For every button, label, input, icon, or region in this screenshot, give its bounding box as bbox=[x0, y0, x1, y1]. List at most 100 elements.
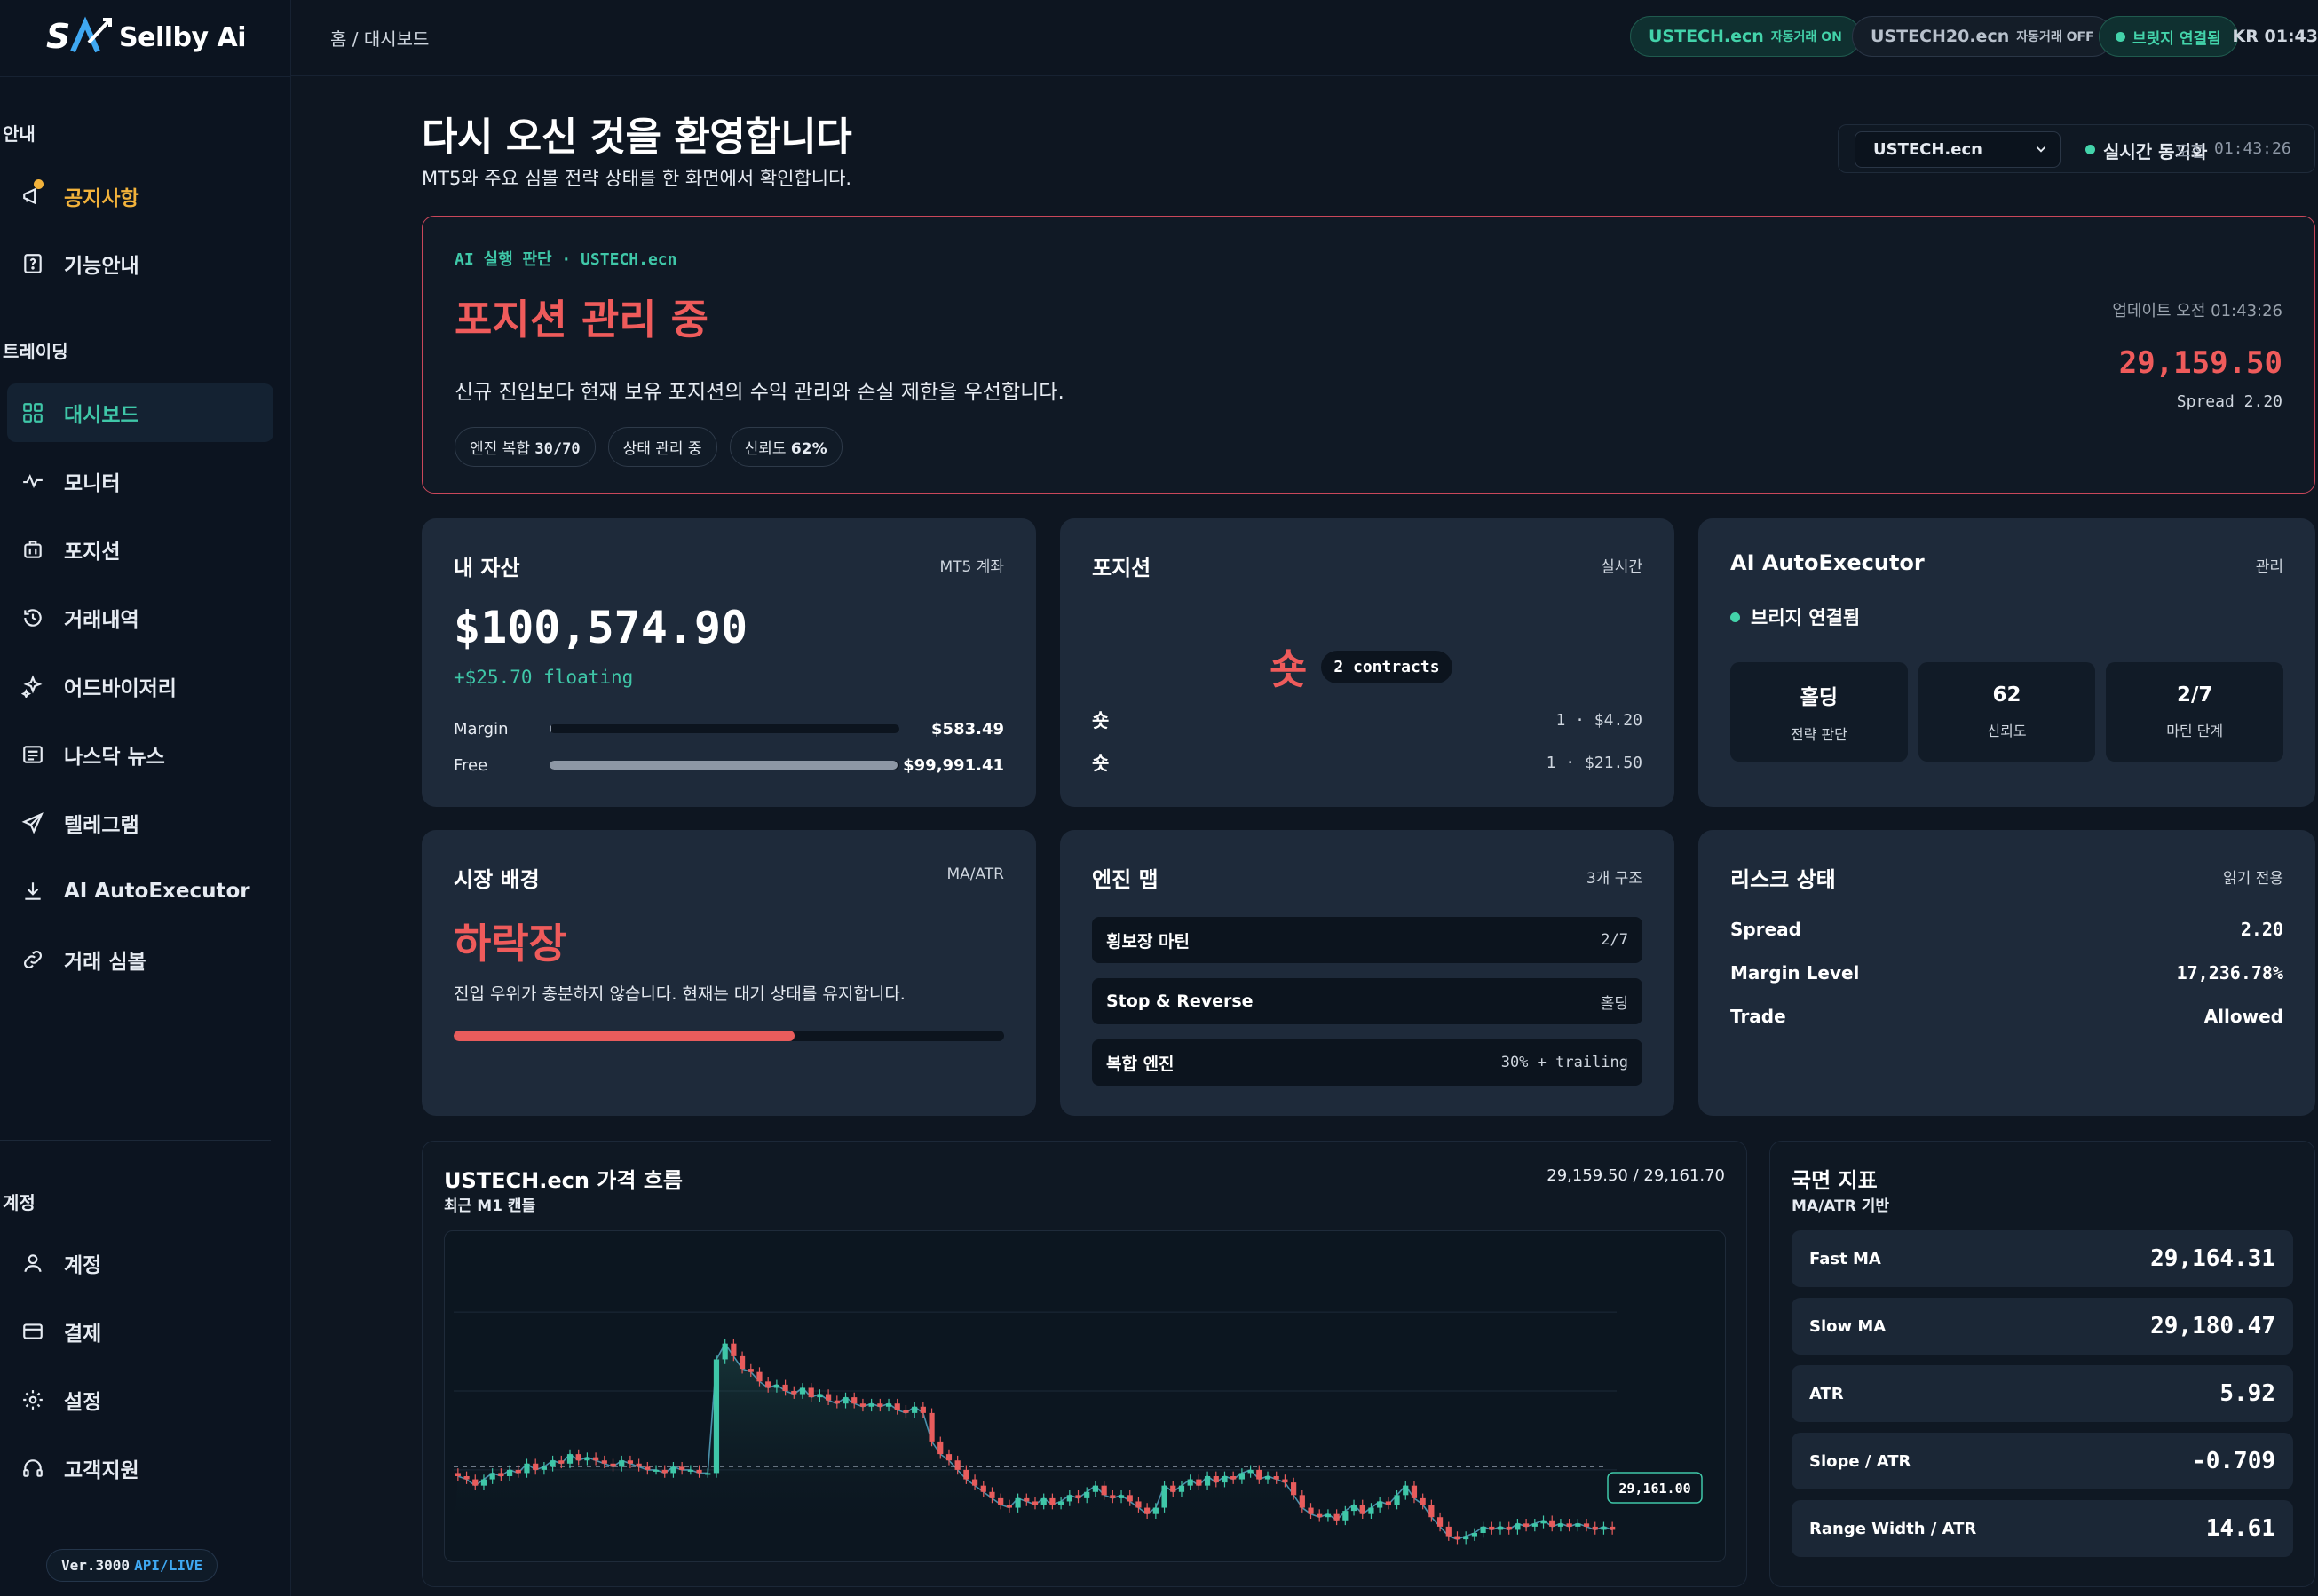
brand-logo[interactable]: S Sellby Ai bbox=[46, 16, 247, 59]
sidebar-item-dashboard[interactable]: 대시보드 bbox=[7, 383, 273, 442]
link-icon bbox=[21, 948, 44, 971]
candle-body bbox=[1230, 1476, 1237, 1480]
candle-body bbox=[1110, 1495, 1116, 1498]
sidebar-item-billing[interactable]: 결제 bbox=[7, 1302, 273, 1361]
sidebar-item-telegram[interactable]: 텔레그램 bbox=[7, 794, 273, 852]
send-icon bbox=[21, 811, 44, 834]
sidebar-item-position[interactable]: 포지션 bbox=[7, 520, 273, 579]
sidebar-item-advisory[interactable]: 어드바이저리 bbox=[7, 657, 273, 715]
chip-key: 신뢰도 bbox=[744, 440, 787, 458]
candle-body bbox=[1178, 1485, 1185, 1492]
indicators-card: 국면 지표 MA/ATR 기반 Fast MA 29,164.31 Slow M… bbox=[1769, 1141, 2315, 1587]
floating-pnl: +$25.70 floating bbox=[454, 667, 634, 688]
symbol-select[interactable]: USTECH.ecn bbox=[1855, 131, 2061, 168]
margin-bar bbox=[550, 724, 899, 733]
pill-symbol: USTECH20.ecn bbox=[1871, 27, 2010, 46]
indicator-row: ATR 5.92 bbox=[1792, 1365, 2293, 1422]
candle-body bbox=[1101, 1485, 1107, 1496]
sidebar-item-label: AI AutoExecutor bbox=[64, 880, 250, 903]
engine-row[interactable]: 횡보장 마틴 2/7 bbox=[1092, 917, 1642, 963]
stat-key: 마틴 단계 bbox=[2166, 723, 2224, 739]
engine-row[interactable]: 복합 엔진 30% + trailing bbox=[1092, 1039, 1642, 1086]
candle-body bbox=[610, 1463, 616, 1467]
candle-body bbox=[1213, 1476, 1219, 1483]
sellby-logo-mark-icon: S bbox=[46, 16, 112, 56]
free-row: Free $99,991.41 bbox=[454, 755, 1004, 776]
page-title: 다시 오신 것을 환영합니다 bbox=[422, 115, 852, 160]
ai-updated-time: 업데이트 오전 01:43:26 bbox=[2112, 302, 2282, 320]
free-value: $99,991.41 bbox=[903, 755, 1004, 775]
sidebar-item-notice[interactable]: 공지사항 bbox=[7, 167, 273, 225]
card-tag: 실시간 bbox=[1601, 558, 1642, 576]
indicator-row: Slope / ATR -0.709 bbox=[1792, 1433, 2293, 1489]
sidebar-item-label: 포지션 bbox=[64, 541, 121, 564]
price-chart[interactable]: 29,161.00 bbox=[444, 1230, 1726, 1562]
candle-body bbox=[868, 1403, 874, 1407]
chip-confidence: 신뢰도 62% bbox=[729, 427, 843, 467]
sidebar-item-trading-symbols[interactable]: 거래 심볼 bbox=[7, 930, 273, 989]
candle-body bbox=[1247, 1469, 1254, 1474]
candle-body bbox=[998, 1497, 1004, 1505]
market-strength-bar bbox=[454, 1031, 1004, 1041]
chip-engine: 엔진 복합 30/70 bbox=[455, 427, 596, 467]
engine-map-card: 엔진 맵 3개 구조 횡보장 마틴 2/7 Stop & Reverse 홀딩 … bbox=[1060, 830, 1674, 1116]
sync-status-dot bbox=[2085, 145, 2095, 154]
candle-body bbox=[1610, 1526, 1616, 1530]
sidebar-item-history[interactable]: 거래내역 bbox=[7, 589, 273, 647]
sidebar-item-nasdaq-news[interactable]: 나스닥 뉴스 bbox=[7, 725, 273, 784]
autotrade-pill-ustech20[interactable]: USTECH20.ecn 자동거래 OFF bbox=[1852, 16, 2113, 57]
candle-body bbox=[1075, 1495, 1081, 1498]
chip-value: 30/70 bbox=[534, 440, 581, 458]
sidebar-item-label: 나스닥 뉴스 bbox=[64, 746, 165, 769]
bridge-status-pill[interactable]: 브릿지 연결됨 bbox=[2099, 16, 2238, 57]
risk-key: Trade bbox=[1730, 1006, 1786, 1027]
engine-name: 복합 엔진 bbox=[1106, 1054, 1175, 1074]
position-row[interactable]: 숏 1 · $21.50 bbox=[1092, 750, 1642, 775]
candle-body bbox=[1454, 1536, 1460, 1540]
download-icon bbox=[21, 880, 44, 903]
card-icon bbox=[21, 1320, 44, 1343]
sidebar-item-monitor[interactable]: 모니터 bbox=[7, 452, 273, 510]
card-title: 포지션 bbox=[1092, 556, 1151, 581]
breadcrumb[interactable]: 홈 / 대시보드 bbox=[330, 25, 429, 51]
ai-current-price: 29,159.50 bbox=[2118, 345, 2282, 381]
candle-body bbox=[799, 1387, 806, 1395]
candle-body bbox=[1480, 1526, 1486, 1533]
stat-confidence: 62 신뢰도 bbox=[1918, 662, 2096, 762]
candle-body bbox=[653, 1469, 660, 1472]
position-row[interactable]: 숏 1 · $4.20 bbox=[1092, 707, 1642, 732]
engine-name: Stop & Reverse bbox=[1106, 992, 1254, 1011]
sidebar-item-features[interactable]: 기능안내 bbox=[7, 234, 273, 293]
candle-body bbox=[920, 1406, 926, 1413]
headset-icon bbox=[21, 1457, 44, 1480]
sidebar-item-ai-autoexecutor[interactable]: AI AutoExecutor bbox=[7, 862, 273, 920]
candle-body bbox=[834, 1400, 840, 1404]
position-side: 숏 bbox=[1092, 753, 1110, 774]
sync-time-prefix: 오전 bbox=[2176, 143, 2206, 162]
candle-body bbox=[1084, 1491, 1090, 1498]
engine-row[interactable]: Stop & Reverse 홀딩 bbox=[1092, 978, 1642, 1024]
chart-bid-ask: 29,159.50 / 29,161.70 bbox=[1547, 1166, 1725, 1185]
chip-key: 상태 bbox=[622, 440, 651, 458]
candle-body bbox=[1282, 1479, 1288, 1483]
svg-text:S: S bbox=[46, 17, 70, 56]
candle-body bbox=[1445, 1526, 1452, 1537]
card-tag[interactable]: 관리 bbox=[2256, 554, 2283, 576]
candle-body bbox=[1497, 1526, 1504, 1530]
sidebar-item-label: 어드바이저리 bbox=[64, 677, 177, 700]
sidebar-item-settings[interactable]: 설정 bbox=[7, 1371, 273, 1429]
autotrade-pill-ustech[interactable]: USTECH.ecn 자동거래 ON bbox=[1630, 16, 1861, 57]
candle-body bbox=[1204, 1476, 1211, 1486]
candle-body bbox=[1377, 1501, 1383, 1508]
candle-body bbox=[1118, 1495, 1125, 1498]
candle-body bbox=[1222, 1476, 1228, 1483]
card-title: 시장 배경 bbox=[454, 867, 540, 892]
candle-body bbox=[463, 1476, 470, 1480]
news-icon bbox=[21, 743, 44, 766]
sidebar-item-support[interactable]: 고객지원 bbox=[7, 1439, 273, 1497]
risk-row: Margin Level 17,236.78% bbox=[1730, 962, 2283, 984]
indicator-value: 5.92 bbox=[2219, 1380, 2275, 1407]
risk-row: Trade Allowed bbox=[1730, 1006, 2283, 1027]
sidebar-item-account[interactable]: 계정 bbox=[7, 1234, 273, 1292]
sidebar-item-label: 텔레그램 bbox=[64, 814, 139, 837]
